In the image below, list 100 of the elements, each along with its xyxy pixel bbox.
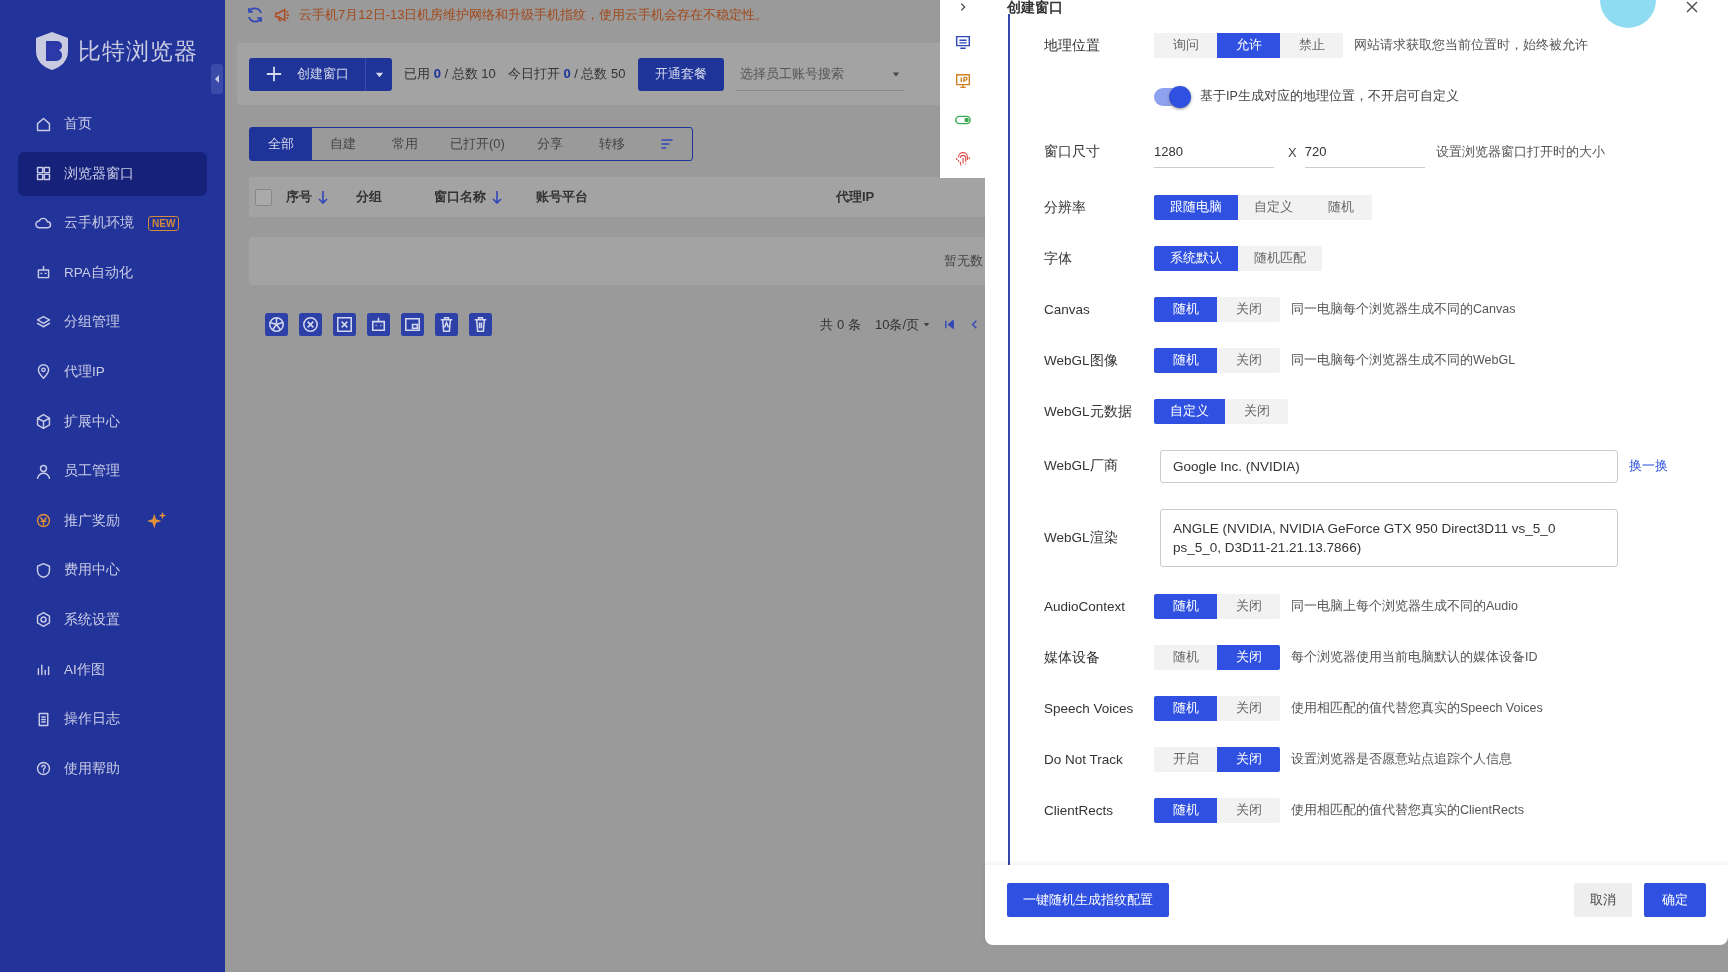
option-button[interactable]: 随机 bbox=[1154, 594, 1217, 619]
option-button[interactable]: 随机 bbox=[1154, 798, 1217, 823]
sidebar-item[interactable]: 浏览器窗口 bbox=[18, 151, 207, 196]
sidebar-item[interactable]: 分组管理 bbox=[18, 300, 207, 345]
plus-icon bbox=[265, 65, 283, 83]
dropdown-button[interactable] bbox=[365, 57, 392, 91]
plan-button[interactable]: 开通套餐 bbox=[637, 57, 724, 91]
collapse-handle-icon[interactable] bbox=[211, 64, 223, 94]
size-separator: X bbox=[1288, 144, 1297, 160]
sort-arrow-icon[interactable] bbox=[318, 190, 328, 204]
option-button[interactable]: 关闭 bbox=[1217, 747, 1280, 772]
field-label: 分辨率 bbox=[1043, 198, 1087, 217]
close-icon[interactable] bbox=[1686, 1, 1698, 13]
refresh-icon[interactable] bbox=[245, 5, 265, 25]
sidebar-item[interactable]: 员工管理 bbox=[18, 449, 207, 494]
trash-icon[interactable] bbox=[469, 313, 492, 336]
sidebar-item[interactable]: 费用中心 bbox=[18, 548, 207, 593]
option-button[interactable]: 允许 bbox=[1217, 33, 1280, 58]
sidebar-item[interactable]: AI作图 bbox=[18, 647, 207, 692]
field-label: 窗口尺寸 bbox=[1043, 143, 1101, 161]
hint-text: 同一电脑每个浏览器生成不同的Canvas bbox=[1291, 301, 1516, 318]
sidebar-item[interactable]: 使用帮助 bbox=[18, 746, 207, 791]
option-button[interactable]: 随机 bbox=[1154, 348, 1217, 373]
trash-icon[interactable] bbox=[435, 313, 458, 336]
hint-text: 网站请求获取您当前位置时，始终被允许 bbox=[1354, 37, 1588, 54]
sidebar-item[interactable]: 操作日志 bbox=[18, 697, 207, 742]
text-area[interactable]: ANGLE (NVIDIA, NVIDIA GeForce GTX 950 Direct3D11 vs_5_0 ps_5_0, D3D11-21.21.13.7866) bbox=[1160, 509, 1618, 567]
input-field[interactable]: Google Inc. (NVIDIA) bbox=[1160, 449, 1618, 483]
option-button[interactable]: 跟随电脑 bbox=[1154, 195, 1238, 220]
select-all-checkbox[interactable] bbox=[255, 188, 272, 206]
filter-tab[interactable]: 全部 bbox=[250, 128, 312, 160]
new-badge: NEW bbox=[148, 215, 180, 231]
field-label: 地理位置 bbox=[1043, 36, 1101, 55]
robot-icon[interactable] bbox=[367, 313, 390, 336]
height-input[interactable]: 720 bbox=[1304, 136, 1425, 168]
toggle-text: 基于IP生成对应的地理位置，不开启可自定义 bbox=[1200, 88, 1459, 105]
aperture-icon[interactable] bbox=[265, 313, 288, 336]
sidebar-item[interactable]: 云手机环境 NEW bbox=[18, 201, 207, 246]
previous-page-icon[interactable] bbox=[969, 319, 980, 330]
field-label: AudioContext bbox=[1043, 599, 1127, 614]
column-header: 分组 bbox=[356, 188, 382, 206]
toggle-switch[interactable] bbox=[1154, 87, 1190, 106]
usage-count: 已用 0 / 总数 10 bbox=[404, 65, 496, 83]
hint-text: 每个浏览器使用当前电脑默认的媒体设备ID bbox=[1291, 649, 1538, 666]
first-page-icon[interactable] bbox=[944, 319, 955, 330]
timer-bubble-icon bbox=[1600, 0, 1656, 30]
total-count: 共 0 条 bbox=[820, 315, 861, 334]
filter-tab[interactable]: 转移 bbox=[580, 128, 643, 160]
monitor-icon[interactable] bbox=[953, 33, 972, 51]
field-label: WebGL渲染 bbox=[1043, 529, 1119, 547]
sidebar-item[interactable]: 推广奖励 bbox=[18, 498, 207, 543]
filter-tab[interactable]: 已打开(0) bbox=[436, 128, 519, 160]
column-header[interactable]: 序号 bbox=[286, 188, 328, 206]
sidebar-item[interactable]: RPA自动化 bbox=[18, 250, 207, 295]
column-header: 代理IP bbox=[836, 188, 875, 206]
filter-tab[interactable]: 自建 bbox=[312, 128, 374, 160]
page-size-select[interactable]: 10条/页 bbox=[874, 315, 930, 334]
sidebar-item[interactable]: 系统设置 bbox=[18, 597, 207, 642]
caret-icon bbox=[891, 69, 900, 78]
sidebar-item[interactable]: 扩展中心 bbox=[18, 399, 207, 444]
ip-monitor-icon[interactable] bbox=[953, 72, 972, 90]
field-label: 媒体设备 bbox=[1043, 648, 1101, 667]
field-label: WebGL图像 bbox=[1043, 351, 1119, 370]
width-input[interactable]: 1280 bbox=[1154, 136, 1274, 168]
random-fingerprint-button[interactable]: 一键随机生成指纹配置 bbox=[1007, 883, 1169, 917]
today-open-count: 今日打开 0 / 总数 50 bbox=[507, 65, 626, 83]
cancel-button[interactable]: 取消 bbox=[1574, 883, 1632, 917]
field-label: WebGL元数据 bbox=[1043, 402, 1133, 421]
filter-tab[interactable]: 常用 bbox=[374, 128, 436, 160]
option-button[interactable]: 自定义 bbox=[1154, 399, 1225, 424]
column-header[interactable]: 窗口名称 bbox=[434, 188, 502, 206]
option-button[interactable]: 关闭 bbox=[1217, 645, 1280, 670]
megaphone-icon bbox=[273, 6, 291, 24]
notice-text: 云手机7月12日-13日机房维护网络和升级手机指纹，使用云手机会存在不稳定性。 bbox=[299, 6, 769, 24]
shield-logo-icon bbox=[34, 31, 70, 71]
field-label: Speech Voices bbox=[1043, 701, 1135, 716]
option-button[interactable]: 随机 bbox=[1154, 696, 1217, 721]
field-label: WebGL厂商 bbox=[1043, 457, 1119, 475]
close-square-icon[interactable] bbox=[333, 313, 356, 336]
field-label: Canvas bbox=[1043, 302, 1091, 317]
change-link[interactable]: 换一换 bbox=[1629, 457, 1668, 475]
confirm-button[interactable]: 确定 bbox=[1644, 883, 1706, 917]
field-label: Do Not Track bbox=[1043, 752, 1124, 767]
sidebar-item[interactable]: 代理IP bbox=[18, 349, 207, 394]
field-label: ClientRects bbox=[1043, 803, 1115, 818]
option-button[interactable]: 随机 bbox=[1154, 297, 1217, 322]
app-logo-text: 比特浏览器 bbox=[78, 36, 198, 66]
sort-arrow-icon[interactable] bbox=[492, 190, 502, 204]
option-button[interactable]: 系统默认 bbox=[1154, 246, 1238, 271]
hint-text: 使用相匹配的值代替您真实的Speech Voices bbox=[1291, 700, 1543, 717]
create-window-button[interactable]: 创建窗口 bbox=[249, 57, 365, 91]
sidebar-item[interactable]: 首页 bbox=[18, 102, 207, 146]
dialog-title: 创建窗口 bbox=[1007, 0, 1063, 14]
column-header: 账号平台 bbox=[536, 188, 588, 206]
hint-text: 使用相匹配的值代替您真实的ClientRects bbox=[1291, 802, 1524, 819]
filter-tab[interactable]: 分享 bbox=[518, 128, 581, 160]
field-label: 字体 bbox=[1043, 249, 1073, 268]
window-icon[interactable] bbox=[401, 313, 424, 336]
fingerprint-icon[interactable] bbox=[953, 150, 972, 168]
caret-icon bbox=[923, 321, 930, 328]
